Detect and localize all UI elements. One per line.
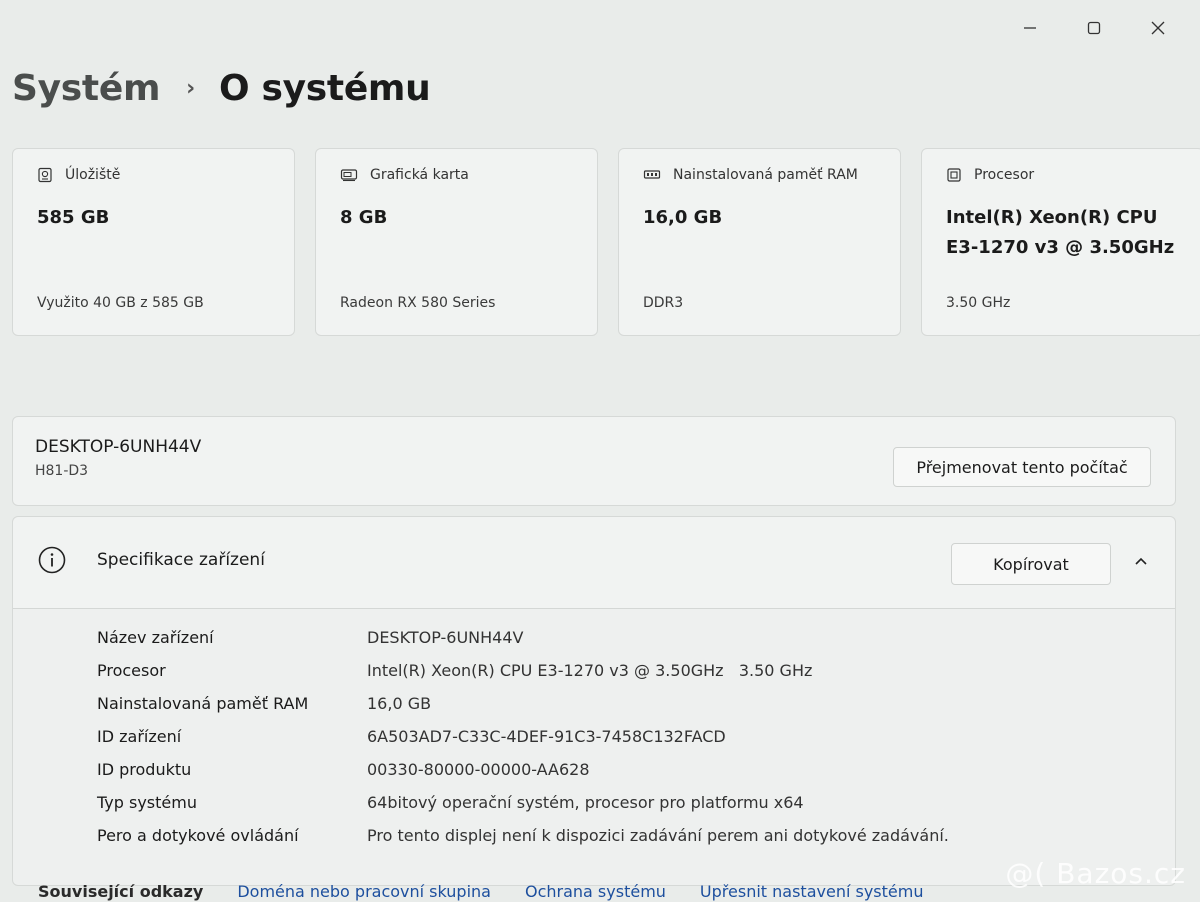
maximize-button[interactable] — [1062, 10, 1126, 46]
spec-value: Intel(R) Xeon(R) CPU E3-1270 v3 @ 3.50GH… — [367, 661, 813, 680]
spec-value: Pro tento displej není k dispozici zadáv… — [367, 826, 949, 845]
link-advanced-settings[interactable]: Upřesnit nastavení systému — [700, 882, 924, 901]
window-controls — [998, 10, 1190, 46]
device-model: H81-D3 — [35, 463, 89, 479]
info-icon — [38, 546, 66, 574]
processor-value: Intel(R) Xeon(R) CPU E3-1270 v3 @ 3.50GH… — [946, 207, 1175, 258]
spec-value: 6A503AD7-C33C-4DEF-91C3-7458C132FACD — [367, 727, 726, 746]
spec-label: Název zařízení — [97, 628, 214, 647]
processor-icon — [947, 168, 961, 182]
ram-card[interactable]: Nainstalovaná paměť RAM 16,0 GB DDR3 — [618, 148, 901, 336]
minimize-icon — [1024, 27, 1036, 29]
processor-speed: 3.50 GHz — [946, 295, 1011, 311]
breadcrumb-parent[interactable]: Systém — [12, 68, 160, 109]
summary-cards: Úložiště 585 GB Využito 40 GB z 585 GB G… — [12, 148, 1200, 336]
ram-icon — [643, 170, 661, 179]
gpu-card[interactable]: Grafická karta 8 GB Radeon RX 580 Series — [315, 148, 598, 336]
storage-card[interactable]: Úložiště 585 GB Využito 40 GB z 585 GB — [12, 148, 295, 336]
breadcrumb: Systém › O systému — [12, 68, 431, 109]
ram-type: DDR3 — [643, 295, 684, 311]
spec-row-pen-touch: Pero a dotykové ovládání Pro tento displ… — [97, 819, 949, 852]
link-domain-workgroup[interactable]: Doména nebo pracovní skupina — [237, 882, 491, 901]
spec-value: 64bitový operační systém, procesor pro p… — [367, 793, 804, 812]
spec-value: DESKTOP-6UNH44V — [367, 628, 524, 647]
spec-label: Typ systému — [97, 793, 197, 812]
spec-label: ID produktu — [97, 760, 192, 779]
gpu-label: Grafická karta — [370, 167, 469, 183]
close-button[interactable] — [1126, 10, 1190, 46]
device-name: DESKTOP-6UNH44V — [35, 437, 202, 457]
rename-pc-button[interactable]: Přejmenovat tento počítač — [893, 447, 1151, 487]
ram-value: 16,0 GB — [643, 207, 723, 228]
close-icon — [1151, 21, 1165, 35]
link-system-protection[interactable]: Ochrana systému — [525, 882, 666, 901]
device-specs-panel: Specifikace zařízení Kopírovat Název zař… — [12, 516, 1176, 886]
storage-usage: Využito 40 GB z 585 GB — [37, 295, 204, 311]
spec-value: 00330-80000-00000-AA628 — [367, 760, 590, 779]
spec-value: 16,0 GB — [367, 694, 432, 713]
related-links: Související odkazy Doména nebo pracovní … — [38, 882, 923, 901]
maximize-icon — [1087, 21, 1101, 35]
spec-row-device-name: Název zařízení DESKTOP-6UNH44V — [97, 621, 949, 654]
spec-row-ram: Nainstalovaná paměť RAM 16,0 GB — [97, 687, 949, 720]
spec-label: Pero a dotykové ovládání — [97, 826, 299, 845]
watermark: @( Bazos.cz — [1005, 857, 1186, 890]
spec-label: ID zařízení — [97, 727, 182, 746]
storage-label: Úložiště — [65, 167, 121, 183]
storage-value: 585 GB — [37, 207, 110, 228]
ram-label: Nainstalovaná paměť RAM — [673, 167, 858, 183]
minimize-button[interactable] — [998, 10, 1062, 46]
gpu-model: Radeon RX 580 Series — [340, 295, 496, 311]
related-links-heading: Související odkazy — [38, 882, 204, 901]
gpu-icon — [340, 169, 358, 182]
spec-row-product-id: ID produktu 00330-80000-00000-AA628 — [97, 753, 949, 786]
device-specs-header[interactable]: Specifikace zařízení Kopírovat — [13, 517, 1175, 609]
chevron-right-icon: › — [186, 76, 195, 101]
copy-button[interactable]: Kopírovat — [951, 543, 1111, 585]
device-specs-title: Specifikace zařízení — [97, 550, 265, 570]
storage-icon — [38, 167, 52, 183]
processor-card[interactable]: Procesor Intel(R) Xeon(R) CPU E3-1270 v3… — [921, 148, 1200, 336]
device-specs-list: Název zařízení DESKTOP-6UNH44V Procesor … — [97, 621, 949, 852]
gpu-value: 8 GB — [340, 207, 388, 228]
spec-row-device-id: ID zařízení 6A503AD7-C33C-4DEF-91C3-7458… — [97, 720, 949, 753]
processor-label: Procesor — [974, 167, 1035, 183]
spec-label: Procesor — [97, 661, 166, 680]
spec-row-system-type: Typ systému 64bitový operační systém, pr… — [97, 786, 949, 819]
page-title: O systému — [218, 68, 431, 109]
device-name-panel: DESKTOP-6UNH44V H81-D3 Přejmenovat tento… — [12, 416, 1176, 506]
chevron-up-icon[interactable] — [1133, 553, 1149, 569]
spec-label: Nainstalovaná paměť RAM — [97, 694, 309, 713]
spec-row-processor: Procesor Intel(R) Xeon(R) CPU E3-1270 v3… — [97, 654, 949, 687]
